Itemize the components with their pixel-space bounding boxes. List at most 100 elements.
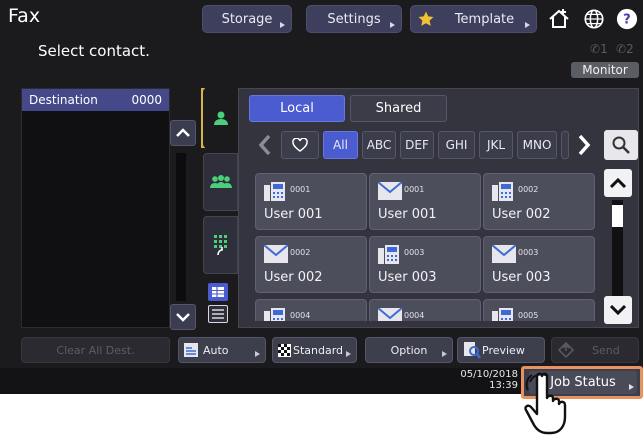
option-label: Option (390, 343, 428, 357)
send-label: Send (592, 343, 620, 357)
expand-arrow-icon (629, 384, 634, 390)
chevron-down-icon (176, 313, 190, 322)
pointing-hand-icon (524, 372, 567, 435)
contact-number: 0001 (290, 185, 311, 194)
destination-header: Destination 0000 (22, 89, 169, 111)
contact-card[interactable]: 0003 User 003 (483, 236, 595, 293)
heart-icon (292, 138, 308, 152)
destination-scroll-down-button[interactable] (170, 304, 196, 330)
email-icon (377, 307, 403, 321)
star-icon (412, 5, 440, 33)
color-mode-button[interactable]: Auto (178, 337, 266, 363)
contact-name: User 003 (378, 270, 437, 285)
destination-scroll-track[interactable] (176, 153, 186, 301)
phone-icon: ✆ (616, 42, 627, 56)
color-mode-label: Auto (203, 343, 229, 357)
contact-number: 0003 (518, 248, 539, 257)
search-button[interactable] (604, 130, 638, 160)
contact-number: 0005 (518, 311, 539, 320)
tab-keypad[interactable] (203, 216, 238, 274)
tile-view-icon (212, 287, 224, 297)
grid-scroll-up-button[interactable] (604, 169, 632, 197)
send-button[interactable]: Send (551, 337, 639, 363)
contact-card[interactable]: 0004 (369, 299, 481, 321)
expand-arrow-icon (390, 22, 395, 28)
index-next-button[interactable] (571, 131, 597, 159)
help-icon[interactable]: ? (613, 5, 641, 33)
destination-scroll-up-button[interactable] (170, 120, 196, 146)
tab-group[interactable] (203, 153, 238, 211)
home-plus-icon[interactable] (545, 5, 573, 33)
contact-card[interactable]: 0003 User 003 (369, 236, 481, 293)
tab-local[interactable]: Local (249, 95, 345, 122)
favorites-button[interactable] (281, 131, 319, 159)
app-title: Fax (8, 5, 41, 27)
clear-all-dest-button[interactable]: Clear All Dest. (21, 337, 170, 363)
index-all-button[interactable]: All (323, 131, 358, 159)
option-button[interactable]: Option (365, 337, 453, 363)
tile-view-button[interactable] (208, 283, 228, 301)
globe-icon[interactable] (580, 5, 608, 33)
line-1-number: 1 (600, 42, 608, 56)
contact-name: User 003 (492, 270, 551, 285)
contact-card[interactable]: 0005 (483, 299, 595, 321)
list-view-icon (212, 309, 224, 319)
date-time: 05/10/2018 13:39 (456, 369, 518, 391)
fax-icon (264, 308, 286, 321)
expand-arrow-icon (442, 351, 447, 357)
list-view-button[interactable] (208, 305, 228, 323)
contact-card[interactable]: 0002 User 002 (255, 236, 367, 293)
email-icon (377, 181, 403, 204)
index-ghi-button[interactable]: GHI (438, 131, 475, 159)
line-1-indicator: ✆1 (590, 42, 608, 56)
template-label: Template (454, 11, 515, 27)
monitor-button[interactable]: Monitor (571, 62, 639, 78)
auto-color-icon (183, 342, 199, 361)
expand-arrow-icon (346, 351, 351, 357)
contact-number: 0002 (518, 185, 539, 194)
send-diamond-icon (557, 341, 575, 361)
index-next-partial-button[interactable] (561, 131, 569, 159)
contact-card[interactable]: 0001 User 001 (369, 173, 481, 230)
email-icon (491, 244, 517, 267)
resolution-button[interactable]: Standard (272, 337, 357, 363)
contact-number: 0002 (290, 248, 311, 257)
contact-card[interactable]: 0002 User 002 (483, 173, 595, 230)
contact-grid: 0001 User 001 0001 User 001 0002 User 00… (248, 167, 604, 321)
fax-screen: Fax Storage Settings Template ? Select c… (0, 0, 643, 394)
chevron-up-icon (610, 178, 626, 188)
fax-icon (492, 182, 514, 206)
contact-card[interactable]: 0004 (255, 299, 367, 321)
index-mno-button[interactable]: MNO (517, 131, 557, 159)
storage-button[interactable]: Storage (202, 5, 292, 33)
index-jkl-button[interactable]: JKL (479, 131, 513, 159)
resolution-label: Standard (293, 343, 344, 357)
grid-scroll-down-button[interactable] (604, 296, 632, 324)
contact-number: 0001 (404, 185, 425, 194)
tab-shared[interactable]: Shared (350, 95, 447, 122)
fax-icon (492, 308, 514, 321)
preview-icon (463, 341, 481, 362)
group-contact-icon (209, 175, 232, 188)
index-prev-button[interactable] (252, 131, 278, 159)
destination-count: 0000 (131, 93, 162, 107)
chevron-right-icon (578, 134, 591, 156)
contact-number: 0004 (404, 311, 425, 320)
destination-label: Destination (29, 93, 98, 107)
grid-scroll-thumb[interactable] (612, 205, 623, 227)
preview-button[interactable]: Preview (457, 337, 545, 363)
settings-button[interactable]: Settings (306, 5, 402, 33)
index-def-button[interactable]: DEF (400, 131, 434, 159)
index-abc-button[interactable]: ABC (362, 131, 396, 159)
instruction-text: Select contact. (38, 42, 150, 60)
chevron-down-icon (610, 305, 626, 315)
date: 05/10/2018 (460, 369, 518, 380)
destination-list[interactable]: Destination 0000 (21, 88, 170, 328)
contact-card[interactable]: 0001 User 001 (255, 173, 367, 230)
tab-address-book[interactable] (203, 88, 238, 148)
fax-icon (378, 245, 400, 269)
expand-arrow-icon (280, 22, 285, 28)
contact-name: User 001 (264, 207, 323, 222)
expand-arrow-icon (525, 22, 530, 28)
contact-name: User 002 (264, 270, 323, 285)
